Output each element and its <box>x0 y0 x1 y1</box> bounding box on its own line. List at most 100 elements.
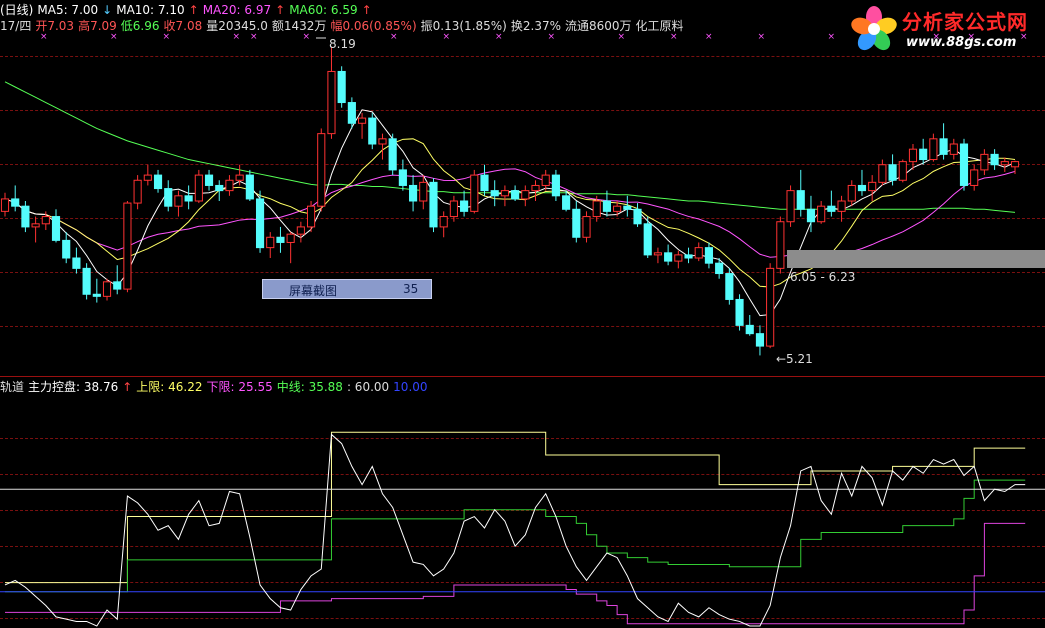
candle-body <box>0 198 10 212</box>
candle-body <box>970 169 979 186</box>
candle-body <box>337 70 346 104</box>
candle-body <box>133 179 142 204</box>
quote-item-6: 额1432万 <box>271 19 327 33</box>
candle-body <box>347 102 356 124</box>
candle-body <box>480 174 489 192</box>
candle-body <box>51 216 61 241</box>
candle-body <box>164 188 173 207</box>
ma5-line <box>4 109 1016 317</box>
middle-band-line <box>5 479 1026 593</box>
price-range-bar <box>787 250 1045 268</box>
candle-body <box>715 262 724 275</box>
candle-body <box>562 195 571 210</box>
quote-item-7: 幅0.06(0.85%) <box>330 19 417 33</box>
candle-body <box>31 223 40 228</box>
candle-body <box>755 333 765 347</box>
candle-body <box>521 190 530 200</box>
quote-item-9: 换2.37% <box>510 19 561 33</box>
ma-legend-item-1: MA5: 7.00 <box>37 3 99 17</box>
quote-bar: 17/四 开7.03 高7.09 低6.96 收7.08 量20345.0 额1432万 幅0… <box>0 17 688 34</box>
quote-item-8: 振0.13(1.85%) <box>420 19 507 33</box>
candle-body <box>664 252 673 262</box>
candle-body <box>113 281 122 290</box>
candle-body <box>358 117 367 124</box>
indicator-legend-item-3: 上限: 46.22 <box>136 380 203 394</box>
candle-body <box>633 208 642 225</box>
candle-body <box>980 153 989 171</box>
candle-body <box>511 190 520 200</box>
candle-body <box>296 226 305 235</box>
price-range-label: 6.05 - 6.23 <box>790 270 856 284</box>
candle-body <box>939 138 948 155</box>
candle-body <box>419 181 428 202</box>
candle-body <box>541 174 550 186</box>
candle-body <box>286 233 295 243</box>
candle-body <box>725 273 734 300</box>
ma-legend-item-4: ↑ <box>188 3 199 17</box>
candle-body <box>153 174 163 190</box>
ma-legend-item-3: MA10: 7.10 <box>116 3 185 17</box>
candle-body <box>766 267 775 347</box>
candle-body <box>796 190 805 210</box>
candle-body <box>786 190 795 223</box>
candle-body <box>888 164 897 181</box>
candle-body <box>409 184 418 202</box>
candle-body <box>806 208 816 223</box>
candle-body <box>255 198 265 249</box>
indicator-legend-item-2: ↑ <box>122 380 133 394</box>
candle-body <box>429 181 438 228</box>
candle-body <box>500 190 509 197</box>
candle-body <box>21 205 30 228</box>
candle-body <box>592 200 601 218</box>
candle-body <box>204 174 214 186</box>
ma-legend-item-7: MA60: 6.59 <box>289 3 358 17</box>
low-price-label: ←5.21 <box>776 352 813 366</box>
candle-body <box>72 257 81 269</box>
candle-body <box>378 138 387 145</box>
site-logo: 分析家公式网 www.88gs.com <box>846 2 1045 56</box>
price-chart[interactable]: ××××××××××××××××××× <box>0 0 1045 628</box>
candle-body <box>898 161 907 181</box>
flower-logo-icon <box>851 6 897 51</box>
candle-body <box>194 174 203 202</box>
indicator-legend: 轨道 主力控盘: 38.76 ↑ 上限: 46.22 下限: 25.55 中线: 35.8… <box>0 378 432 395</box>
lower-band-line <box>5 522 1026 625</box>
quote-item-1: 开7.03 <box>35 19 75 33</box>
candle-body <box>388 138 397 171</box>
event-marker-icon: × <box>758 32 766 42</box>
candle-body <box>582 216 591 238</box>
candle-body <box>368 117 377 145</box>
candle-body <box>623 205 632 210</box>
candle-body <box>184 195 193 202</box>
screenshot-tooltip[interactable]: 屏幕截图 35 <box>262 279 432 299</box>
candle-body <box>1000 161 1009 166</box>
logo-title: 分析家公式网 <box>902 10 1028 34</box>
candle-body <box>735 298 744 326</box>
candle-body <box>827 205 836 212</box>
indicator-legend-item-6: : 60.00 <box>346 380 390 394</box>
screenshot-label: 屏幕截图 <box>289 284 338 298</box>
candle-body <box>317 133 326 207</box>
candle-body <box>990 153 999 166</box>
indicator-legend-item-7: 10.00 <box>393 380 428 394</box>
candle-body <box>215 184 224 192</box>
logo-url[interactable]: www.88gs.com <box>906 35 1016 50</box>
candle-body <box>694 247 703 259</box>
quote-item-0: 17/四 <box>0 19 32 33</box>
candle-body <box>837 200 846 212</box>
candle-body <box>449 200 458 218</box>
ma-legend-item-5: MA20: 6.97 <box>202 3 272 17</box>
candle-body <box>123 202 132 290</box>
candle-body <box>745 324 754 335</box>
candle-body <box>684 254 693 259</box>
candle-body <box>949 143 958 155</box>
candle-body <box>959 143 969 186</box>
candle-body <box>929 138 938 161</box>
indicator-legend-item-4: 下限: 25.55 <box>206 380 273 394</box>
candle-body <box>776 221 785 269</box>
candle-body <box>602 200 611 212</box>
ma60-line <box>4 81 1016 213</box>
candle-body <box>531 184 540 192</box>
control-line <box>4 433 1026 627</box>
candle-body <box>327 70 336 135</box>
